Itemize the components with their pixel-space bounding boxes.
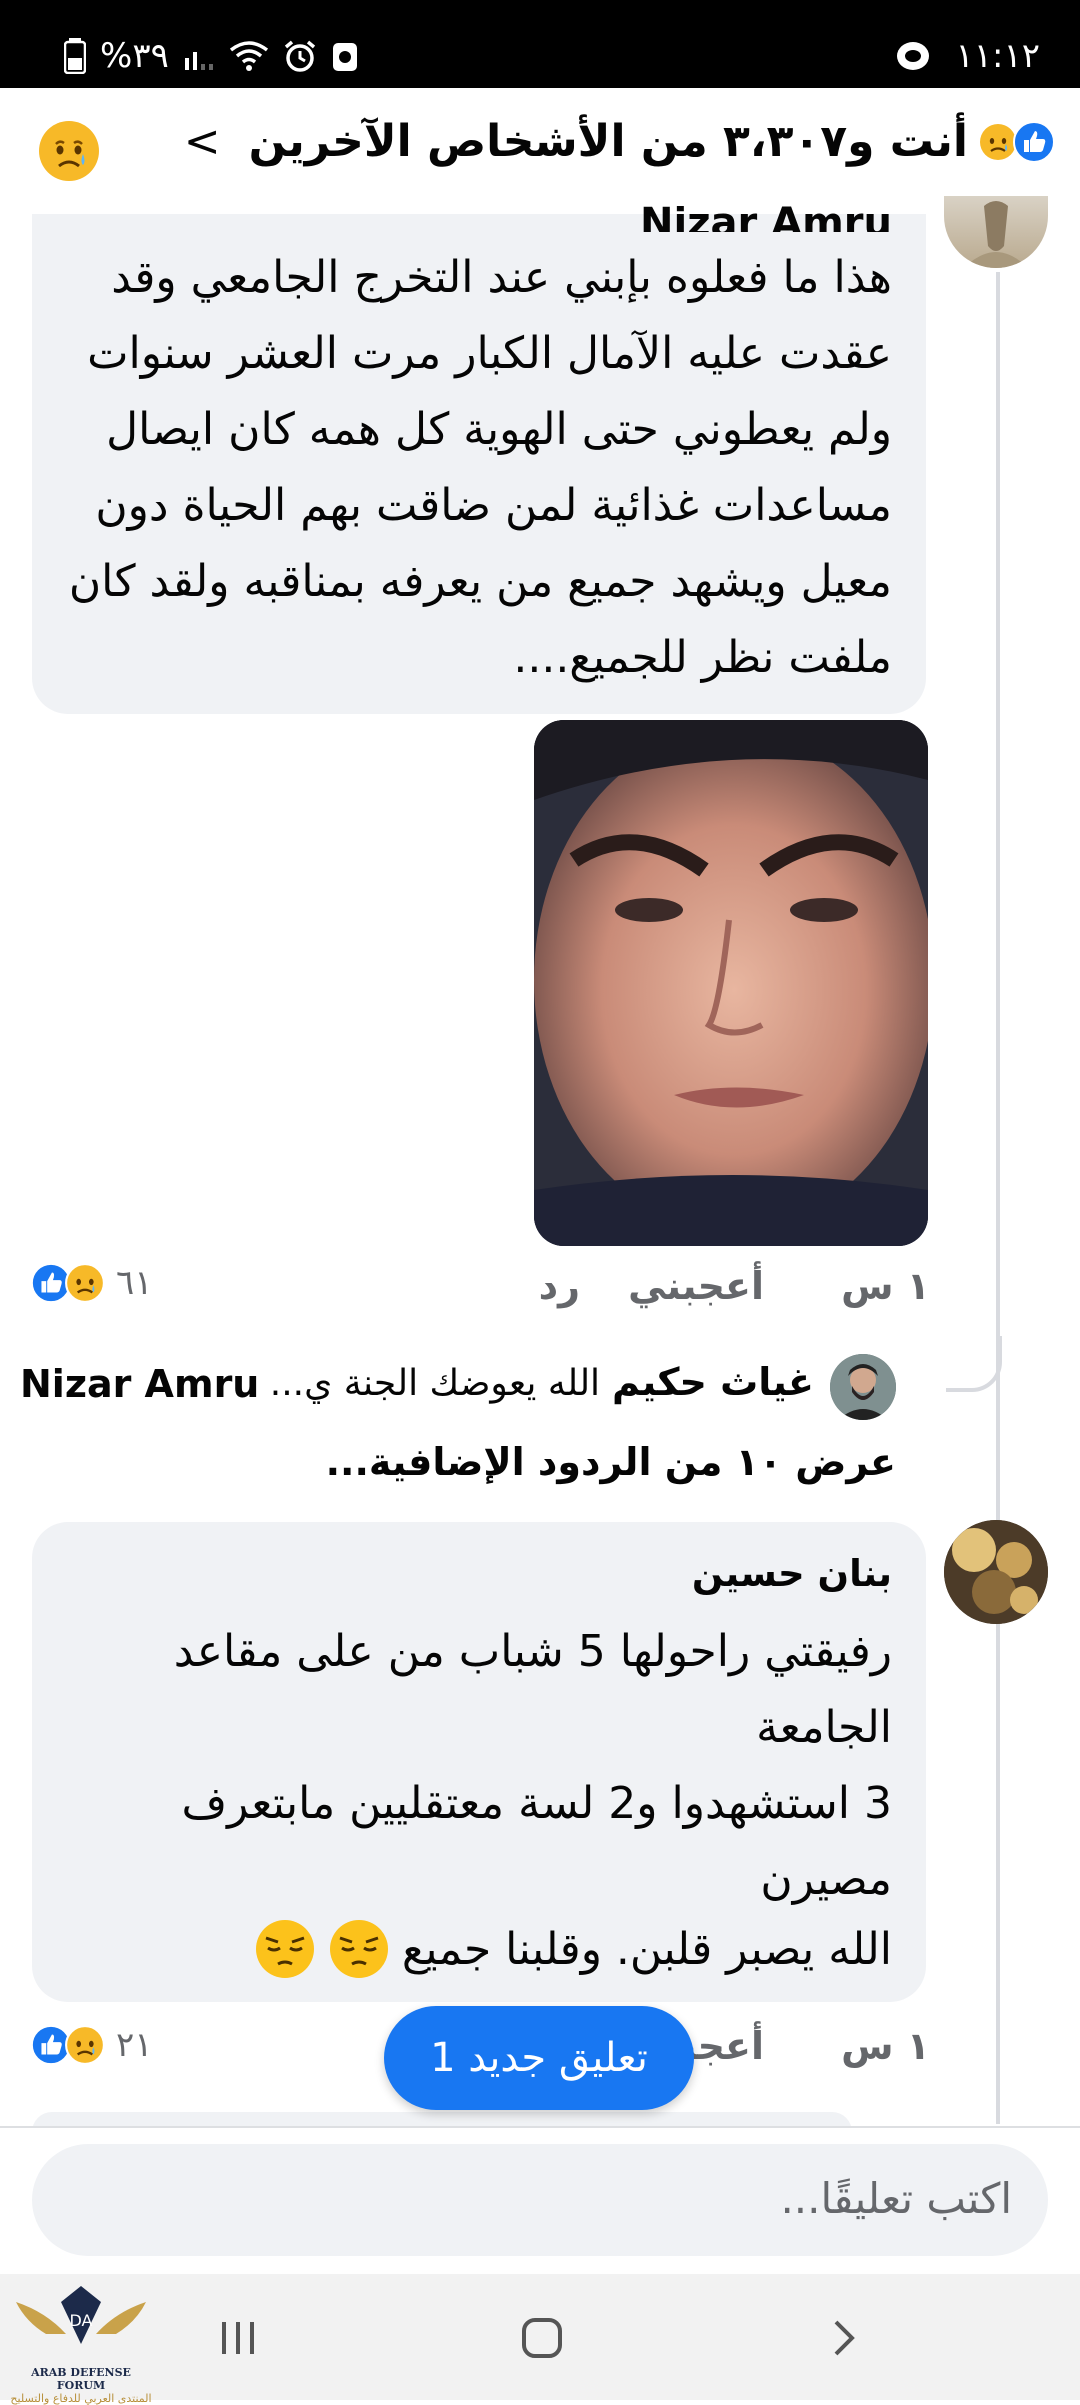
pensive-emoji-icon [255, 1920, 314, 1978]
reaction-count: ٢١ [116, 2025, 153, 2065]
reaction-summary[interactable]: ٢١ [30, 2024, 153, 2066]
sad-emoji-icon[interactable] [36, 118, 102, 184]
ring-icon [897, 42, 930, 70]
view-more-replies[interactable]: عرض ١٠ من الردود الإضافية... [326, 1440, 896, 1484]
avatar[interactable] [944, 196, 1048, 268]
battery-icon [64, 38, 86, 74]
signal-icon [184, 52, 213, 70]
comment-author[interactable]: بنان حسين [692, 1552, 892, 1595]
reply-avatar[interactable] [830, 1354, 896, 1420]
reaction-summary[interactable]: ٦١ [30, 1262, 153, 1304]
watermark-line2: المنتدى العربي للدفاع والتسليح [10, 2392, 152, 2405]
reactions-header: < أنت و٣،٣٠٧ من الأشخاص الآخرين [0, 88, 1080, 214]
logo-emblem: DA [16, 2286, 146, 2344]
home-icon[interactable] [518, 2314, 566, 2362]
comment-author[interactable]: Nizar Amru [640, 206, 892, 232]
clock: ١١:١٢ [955, 36, 1040, 76]
wifi-icon [229, 41, 268, 71]
system-nav-bar: DA ARAB DEFENSE FORUM المنتدى العربي للد… [0, 2274, 1080, 2405]
reply-text: الله يعوضك الجنة ي... [269, 1363, 601, 1404]
status-bar: %٣٩ ١١:١٢ [0, 0, 1080, 88]
comment-text-line1: رفيقتي راحولها 5 شباب من على مقاعد الجام… [173, 1626, 892, 1753]
battery-percent: %٣٩ [100, 36, 169, 76]
chevron-right-icon[interactable]: < [184, 116, 221, 167]
sad-reaction-icon [65, 1263, 105, 1303]
recent-apps-icon[interactable] [216, 2316, 260, 2360]
new-comment-pill[interactable]: 1 تعليق جديد [384, 2006, 694, 2110]
reaction-icons [978, 120, 1056, 164]
reply-preview[interactable]: غياث حكيم الله يعوضك الجنة ي... [270, 1360, 814, 1404]
watermark-logo: DA ARAB DEFENSE FORUM المنتدى العربي للد… [6, 2282, 156, 2405]
comment-text-line3-row: الله يصبر قلبن. وقلبنا جميع [254, 1918, 892, 1980]
reply-connector [946, 1336, 1002, 1392]
comment-input-placeholder: اكتب تعليقًا... [780, 2174, 1012, 2223]
comment-bubble[interactable]: Nizar Amru هذا ما فعلوه بإبني عند التخرج… [32, 206, 926, 714]
comment-bubble[interactable]: بنان حسين رفيقتي راحولها 5 شباب من على م… [32, 1522, 926, 2002]
alarm-icon [284, 40, 315, 72]
watermark-line1: ARAB DEFENSE FORUM [31, 2366, 131, 2392]
notification-icon [332, 43, 357, 71]
reply-button[interactable]: رد [539, 1264, 580, 1308]
portrait-image [534, 720, 928, 1246]
comment-input[interactable]: اكتب تعليقًا... [32, 2144, 1048, 2256]
avatar-image [964, 201, 1028, 268]
pensive-emoji-icon [329, 1920, 388, 1978]
comment-time: ١ س [841, 2024, 930, 2068]
svg-text:DA: DA [70, 2311, 93, 2330]
sad-reaction-icon [65, 2025, 105, 2065]
comment-photo[interactable] [534, 720, 928, 1246]
reaction-count: ٦١ [116, 1263, 153, 1303]
comment-text-line3: الله يصبر قلبن. وقلبنا جميع [401, 1923, 892, 1975]
thread-line [996, 272, 1000, 2124]
comment-time: ١ س [841, 1264, 930, 1308]
comment-text: هذا ما فعلوه بإبني عند التخرج الجامعي وق… [68, 252, 892, 683]
back-icon[interactable] [826, 2316, 862, 2360]
reactions-summary: أنت و٣،٣٠٧ من الأشخاص الآخرين [248, 116, 968, 167]
header-title-row[interactable]: < أنت و٣،٣٠٧ من الأشخاص الآخرين [184, 116, 1056, 167]
avatar-image [944, 1520, 1048, 1624]
like-button[interactable]: أعجبني [628, 1264, 764, 1308]
like-reaction-icon [1013, 120, 1055, 163]
reply-mention[interactable]: Nizar Amru [20, 1362, 259, 1406]
reply-author[interactable]: غياث حكيم [612, 1360, 814, 1404]
comment-text-line2: 3 استشهدوا و2 لسة معتقليين مابتعرف مصيرن [181, 1778, 892, 1905]
avatar-image [830, 1354, 896, 1420]
avatar[interactable] [944, 1520, 1048, 1624]
